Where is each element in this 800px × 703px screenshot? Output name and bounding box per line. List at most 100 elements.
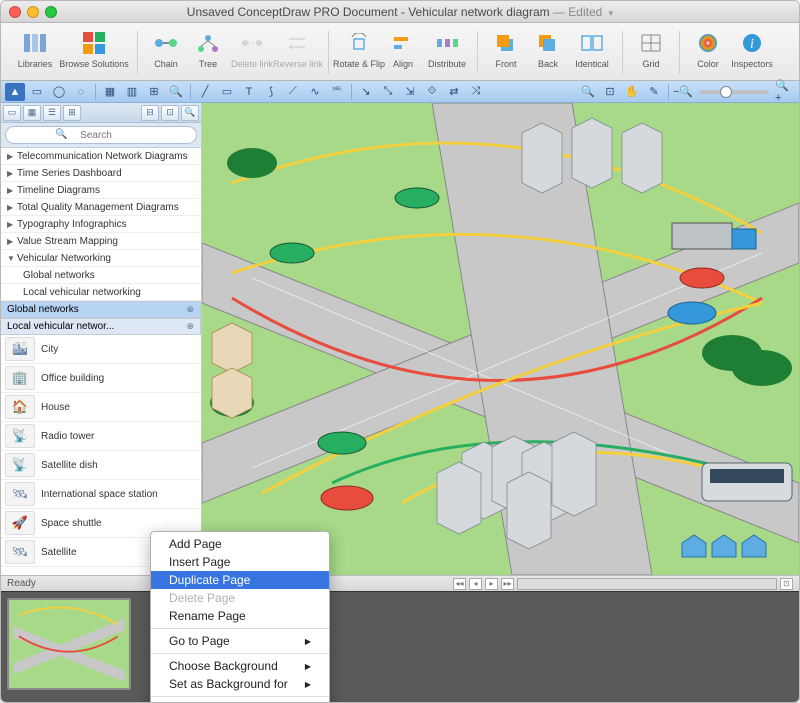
browse-solutions-button[interactable]: Browse Solutions <box>59 29 129 69</box>
page-nav-last[interactable]: ▸▸ <box>501 578 514 590</box>
lasso-tool[interactable]: ◌ <box>71 83 91 101</box>
menu-choose-bg[interactable]: Choose Background <box>151 657 329 675</box>
sidebar-btn-2[interactable]: ▦ <box>23 105 41 121</box>
view-tool-1[interactable]: ▦ <box>100 83 120 101</box>
sidebar-toolbar: ▭ ▦ ☰ ⊞ ⊟ ⊡ 🔍 <box>1 103 201 123</box>
arc-tool[interactable]: ⟆ <box>261 83 281 101</box>
shape-label: International space station <box>41 489 158 500</box>
tree-child[interactable]: Local vehicular networking <box>1 284 201 301</box>
search-row: 🔍 <box>1 123 201 148</box>
distribute-icon <box>433 29 461 57</box>
sidebar-search-icon[interactable]: 🔍 <box>181 105 199 121</box>
tree-item[interactable]: Telecommunication Network Diagrams <box>1 148 201 165</box>
connector-2[interactable]: ⤡ <box>378 83 398 101</box>
tree-child[interactable]: Global networks <box>1 267 201 284</box>
connector-1[interactable]: ↘ <box>356 83 376 101</box>
shape-item[interactable]: 📡Radio tower <box>1 422 201 451</box>
spline-tool[interactable]: ⎃ <box>327 83 347 101</box>
menu-duplicate-page[interactable]: Duplicate Page <box>151 571 329 589</box>
zoom-fit-icon[interactable]: ⊡ <box>600 83 620 101</box>
rect-tool[interactable]: ▭ <box>27 83 47 101</box>
tab-active[interactable]: Global networks⊗ <box>1 302 201 317</box>
shape-label: City <box>41 344 58 355</box>
pointer-tool[interactable]: ▲ <box>5 83 25 101</box>
search-input[interactable] <box>5 126 197 144</box>
rect-shape-tool[interactable]: ▭ <box>217 83 237 101</box>
page-nav-next[interactable]: ▸ <box>485 578 498 590</box>
window-title: Unsaved ConceptDraw PRO Document - Vehic… <box>9 5 791 19</box>
close-icon[interactable] <box>9 6 21 18</box>
sidebar-btn-6[interactable]: ⊡ <box>161 105 179 121</box>
menu-rename-page[interactable]: Rename Page <box>151 607 329 625</box>
page-thumb-1[interactable] <box>7 598 131 690</box>
connector-3[interactable]: ⇲ <box>400 83 420 101</box>
view-tool-2[interactable]: ▥ <box>122 83 142 101</box>
rotate-flip-button[interactable]: Rotate & Flip <box>337 29 381 69</box>
shape-item[interactable]: 📡Satellite dish <box>1 451 201 480</box>
identical-button[interactable]: Identical <box>570 29 614 69</box>
identical-icon <box>578 29 606 57</box>
polyline-tool[interactable]: ⟋ <box>283 83 303 101</box>
back-button[interactable]: Back <box>528 29 568 69</box>
shape-item[interactable]: 🏢Office building <box>1 364 201 393</box>
h-scrollbar[interactable] <box>517 578 777 590</box>
hand-tool[interactable]: ✋ <box>622 83 642 101</box>
distribute-button[interactable]: Distribute <box>425 29 469 69</box>
chain-button[interactable]: Chain <box>146 29 186 69</box>
grid-button[interactable]: Grid <box>631 29 671 69</box>
status-bar: Ready ◂◂ ◂ ▸ ▸▸ ⊡ <box>1 575 799 591</box>
library-tree: Telecommunication Network Diagrams Time … <box>1 148 201 301</box>
menu-go-to-page[interactable]: Go to Page <box>151 632 329 650</box>
shape-item[interactable]: 🛰International space station <box>1 480 201 509</box>
eyedropper-tool[interactable]: ✎ <box>644 83 664 101</box>
zoom-icon[interactable] <box>45 6 57 18</box>
close-tab-icon[interactable]: ⊗ <box>186 304 194 315</box>
tree-item[interactable]: Time Series Dashboard <box>1 165 201 182</box>
tree-button[interactable]: Tree <box>188 29 228 69</box>
tree-item[interactable]: Value Stream Mapping <box>1 233 201 250</box>
align-icon <box>389 29 417 57</box>
sidebar-btn-1[interactable]: ▭ <box>3 105 21 121</box>
line-tool[interactable]: ╱ <box>195 83 215 101</box>
libraries-button[interactable]: Libraries <box>13 29 57 69</box>
close-tab-icon[interactable]: ⊗ <box>186 321 194 332</box>
sidebar-btn-3[interactable]: ☰ <box>43 105 61 121</box>
ellipse-tool[interactable]: ◯ <box>49 83 69 101</box>
page-nav-first[interactable]: ◂◂ <box>453 578 466 590</box>
chevron-down-icon[interactable]: ▾ <box>609 8 614 18</box>
sidebar-btn-5[interactable]: ⊟ <box>141 105 159 121</box>
connector-4[interactable]: ⟐ <box>422 83 442 101</box>
bezier-tool[interactable]: ∿ <box>305 83 325 101</box>
page-corner[interactable]: ⊡ <box>780 578 793 590</box>
tree-item[interactable]: Timeline Diagrams <box>1 182 201 199</box>
shape-item[interactable]: 🏠House <box>1 393 201 422</box>
tree-item[interactable]: Typography Infographics <box>1 216 201 233</box>
zoom-minus-icon[interactable]: −🔍 <box>673 83 693 101</box>
search-tool[interactable]: 🔍 <box>166 83 186 101</box>
color-button[interactable]: Color <box>688 29 728 69</box>
menu-insert-page[interactable]: Insert Page <box>151 553 329 571</box>
shape-item[interactable]: 🏙City <box>1 335 201 364</box>
main-area: ▭ ▦ ☰ ⊞ ⊟ ⊡ 🔍 🔍 Telecommunication Networ… <box>1 103 799 575</box>
minimize-icon[interactable] <box>27 6 39 18</box>
shape-thumb-icon: 📡 <box>5 453 35 477</box>
page-nav-prev[interactable]: ◂ <box>469 578 482 590</box>
shape-thumb-icon: 🚀 <box>5 511 35 535</box>
menu-add-page[interactable]: Add Page <box>151 535 329 553</box>
zoom-slider[interactable] <box>699 90 769 94</box>
front-button[interactable]: Front <box>486 29 526 69</box>
tree-item[interactable]: Total Quality Management Diagrams <box>1 199 201 216</box>
zoom-out-icon[interactable]: 🔍 <box>578 83 598 101</box>
tab-other[interactable]: Local vehicular networ...⊗ <box>1 319 201 334</box>
inspectors-button[interactable]: i Inspectors <box>730 29 774 69</box>
menu-set-bg[interactable]: Set as Background for <box>151 675 329 693</box>
sidebar-btn-4[interactable]: ⊞ <box>63 105 81 121</box>
text-tool[interactable]: T <box>239 83 259 101</box>
drawing-canvas[interactable] <box>202 103 799 575</box>
connector-6[interactable]: ⤨ <box>466 83 486 101</box>
align-button[interactable]: Align <box>383 29 423 69</box>
tree-item-expanded[interactable]: Vehicular Networking <box>1 250 201 267</box>
connector-5[interactable]: ⇄ <box>444 83 464 101</box>
view-tool-3[interactable]: ⊞ <box>144 83 164 101</box>
zoom-plus-icon[interactable]: 🔍+ <box>775 83 795 101</box>
